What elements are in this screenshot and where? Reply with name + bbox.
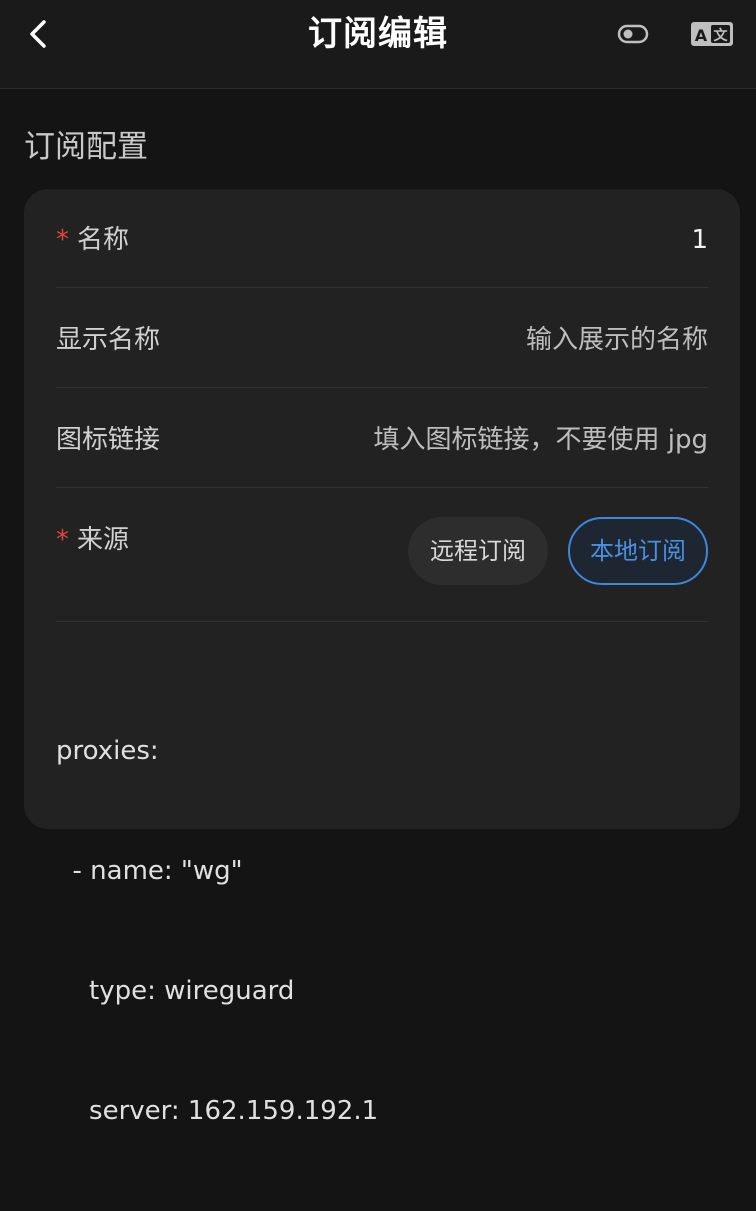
toggle-icon	[617, 24, 649, 44]
icon-link-input[interactable]: 填入图标链接，不要使用 jpg	[374, 420, 709, 460]
svg-text:A: A	[695, 26, 708, 45]
config-line: server: 162.159.192.1	[56, 1096, 379, 1126]
display-name-input[interactable]: 输入展示的名称	[526, 320, 708, 360]
svg-text:文: 文	[714, 27, 729, 44]
config-editor[interactable]: proxies: - name: "wg" type: wireguard se…	[56, 651, 708, 1211]
icon-link-row[interactable]: 图标链接 填入图标链接，不要使用 jpg	[56, 388, 708, 488]
config-line: proxies:	[56, 736, 159, 766]
required-mark: *	[56, 525, 69, 555]
source-option-remote[interactable]: 远程订阅	[408, 517, 548, 585]
translate-icon: A 文	[691, 22, 733, 46]
source-label: * 来源	[56, 525, 130, 555]
section-title: 订阅配置	[24, 129, 148, 165]
icon-link-label: 图标链接	[56, 425, 161, 455]
name-label: * 名称	[56, 225, 130, 255]
display-name-label: 显示名称	[56, 325, 161, 355]
name-row[interactable]: * 名称 1	[56, 189, 708, 288]
required-mark: *	[56, 225, 69, 255]
source-option-local[interactable]: 本地订阅	[568, 517, 708, 585]
config-line: - name: "wg"	[56, 856, 243, 886]
translate-button[interactable]: A 文	[686, 14, 738, 54]
config-line: type: wireguard	[56, 976, 295, 1006]
subscription-config-card: * 名称 1 显示名称 输入展示的名称 图标链接 填入图标链接，不要使用 jpg …	[24, 189, 740, 1126]
toggle-button[interactable]	[612, 18, 654, 50]
display-name-row[interactable]: 显示名称 输入展示的名称	[56, 288, 708, 388]
app-header: 订阅编辑 A 文	[0, 0, 756, 89]
name-input[interactable]: 1	[691, 220, 708, 260]
